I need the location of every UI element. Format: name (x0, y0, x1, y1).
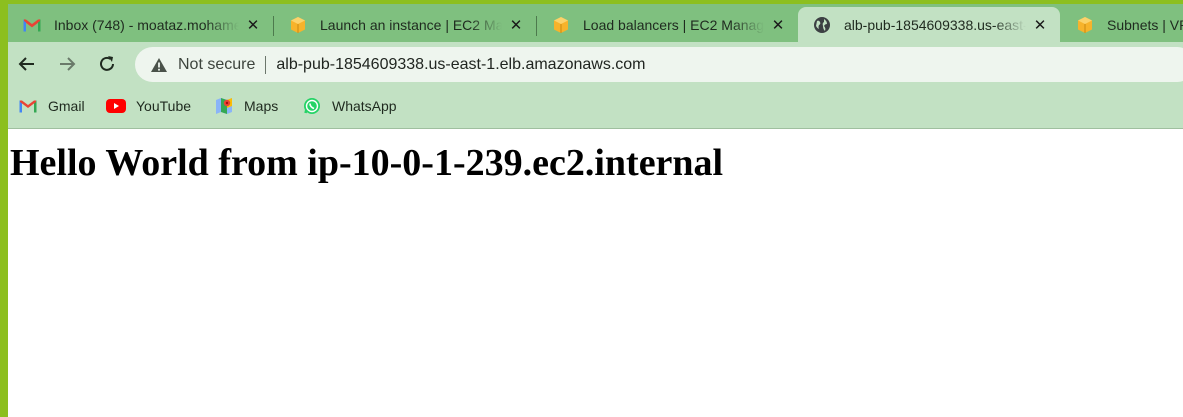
tab-launch-instance[interactable]: Launch an instance | EC2 Management ✕ (274, 7, 536, 42)
tab-title: alb-pub-1854609338.us-east-1 (844, 16, 1026, 33)
address-bar[interactable]: Not secure alb-pub-1854609338.us-east-1.… (135, 47, 1183, 82)
gmail-icon (23, 16, 41, 34)
url-text[interactable]: alb-pub-1854609338.us-east-1.elb.amazona… (276, 56, 645, 74)
bookmark-label: Maps (244, 98, 279, 114)
bookmark-whatsapp[interactable]: WhatsApp (302, 96, 397, 116)
bookmark-maps[interactable]: Maps (214, 96, 278, 116)
youtube-icon (106, 96, 126, 116)
gmail-icon (18, 96, 38, 116)
aws-icon (552, 16, 570, 34)
bookmark-label: YouTube (136, 98, 192, 114)
browser-toolbar: Not secure alb-pub-1854609338.us-east-1.… (8, 42, 1183, 86)
close-tab-icon[interactable]: ✕ (1030, 15, 1050, 35)
window-frame-left (0, 0, 8, 417)
tab-subnets[interactable]: Subnets | VPC (1061, 7, 1183, 42)
bookmark-youtube[interactable]: YouTube (106, 96, 191, 116)
tab-title: Launch an instance | EC2 Management (320, 16, 502, 33)
bookmarks-bar: Gmail YouTube Maps WhatsApp (8, 86, 1183, 129)
tab-title: Subnets | VPC (1107, 16, 1183, 33)
page-content: Hello World from ip-10-0-1-239.ec2.inter… (8, 129, 1183, 417)
tab-strip: Inbox (748) - moataz.mohamed ✕ Launch an… (8, 4, 1183, 42)
close-tab-icon[interactable]: ✕ (506, 15, 526, 35)
reload-icon (100, 56, 114, 71)
address-divider (265, 55, 267, 74)
bookmark-gmail[interactable]: Gmail (18, 96, 85, 116)
aws-icon (1076, 16, 1094, 34)
maps-icon (214, 96, 234, 116)
tab-alb-pub-active[interactable]: alb-pub-1854609338.us-east-1 ✕ (798, 7, 1060, 42)
bookmark-label: WhatsApp (332, 98, 397, 114)
globe-icon (813, 16, 831, 34)
tab-load-balancers[interactable]: Load balancers | EC2 Management ✕ (537, 7, 798, 42)
tab-title: Inbox (748) - moataz.mohamed (54, 16, 239, 33)
reload-button[interactable] (93, 50, 121, 78)
aws-icon (289, 16, 307, 34)
back-button[interactable] (13, 50, 41, 78)
forward-button[interactable] (53, 50, 81, 78)
tab-gmail-inbox[interactable]: Inbox (748) - moataz.mohamed ✕ (8, 7, 273, 42)
close-tab-icon[interactable]: ✕ (243, 15, 263, 35)
warning-icon[interactable] (150, 56, 168, 74)
bookmark-label: Gmail (48, 98, 85, 114)
forward-arrow-icon (60, 57, 76, 71)
tab-title: Load balancers | EC2 Management (583, 16, 764, 33)
security-label[interactable]: Not secure (178, 56, 255, 74)
whatsapp-icon (302, 96, 322, 116)
close-tab-icon[interactable]: ✕ (768, 15, 788, 35)
page-heading: Hello World from ip-10-0-1-239.ec2.inter… (10, 142, 724, 184)
back-arrow-icon (18, 57, 34, 71)
